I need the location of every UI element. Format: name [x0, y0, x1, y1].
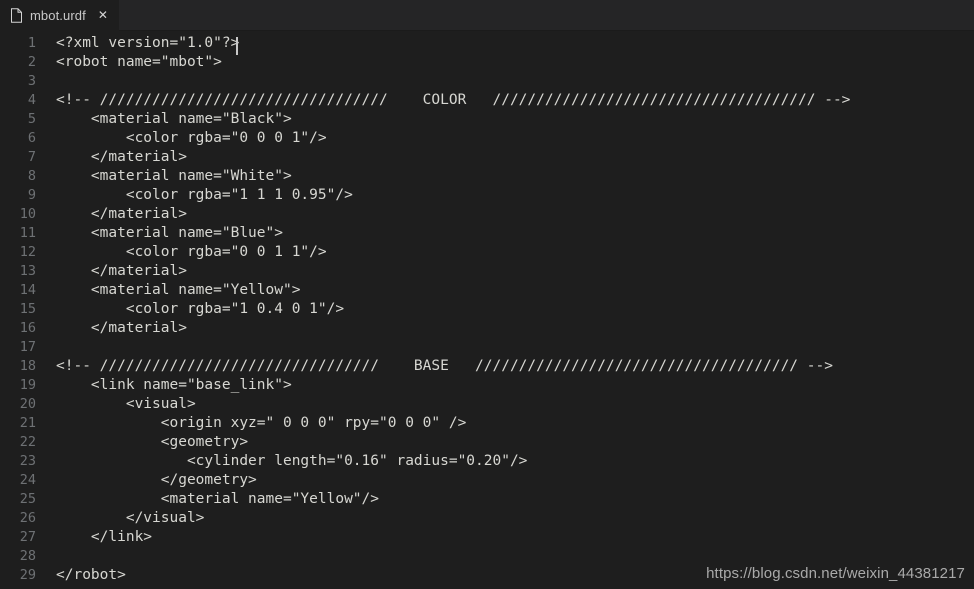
code-line[interactable]: 18 <!-- //////////////////////////////// … — [0, 357, 974, 376]
line-number: 20 — [19, 396, 36, 412]
line-text: <!-- //////////////////////////////// BA… — [56, 358, 833, 374]
tab-mbot-urdf[interactable]: mbot.urdf ✕ — [0, 0, 119, 31]
code-line[interactable]: 7 </material> — [0, 148, 974, 167]
close-icon[interactable]: ✕ — [96, 7, 110, 24]
line-number: 21 — [19, 415, 36, 431]
code-line[interactable]: 8 <material name="White"> — [0, 167, 974, 186]
line-number: 29 — [19, 567, 36, 583]
code-line[interactable]: 10 </material> — [0, 205, 974, 224]
code-line[interactable]: 2 <robot name="mbot"> — [0, 53, 974, 72]
line-text: <geometry> — [56, 434, 249, 450]
line-number: 26 — [19, 510, 36, 526]
line-number: 11 — [19, 225, 36, 241]
line-text: </link> — [56, 529, 153, 545]
line-text: <material name="Blue"> — [56, 225, 283, 241]
line-number: 2 — [27, 54, 36, 70]
line-text: </geometry> — [56, 472, 257, 488]
line-text: <link name="base_link"> — [56, 377, 292, 393]
line-number: 25 — [19, 491, 36, 507]
line-number: 17 — [19, 339, 36, 355]
code-line[interactable]: 4 <!-- ///////////////////////////////// … — [0, 91, 974, 110]
code-line[interactable]: 21 <origin xyz=" 0 0 0" rpy="0 0 0" /> — [0, 414, 974, 433]
code-lines[interactable]: 1 <?xml version="1.0"?> 2 <robot name="mbot… — [0, 31, 974, 585]
line-number: 19 — [19, 377, 36, 393]
code-line[interactable]: 16 </material> — [0, 319, 974, 338]
line-text: </material> — [56, 206, 187, 222]
code-line[interactable]: 26 </visual> — [0, 509, 974, 528]
line-text: <material name="Yellow"> — [56, 282, 301, 298]
line-text: <color rgba="1 0.4 0 1"/> — [56, 301, 345, 317]
code-line[interactable]: 24 </geometry> — [0, 471, 974, 490]
line-text: <material name="White"> — [56, 168, 292, 184]
line-text: <robot name="mbot"> — [56, 54, 222, 70]
line-text: </material> — [56, 263, 187, 279]
code-line[interactable]: 22 <geometry> — [0, 433, 974, 452]
line-text: <material name="Yellow"/> — [56, 491, 380, 507]
line-text: <!-- ///////////////////////////////// C… — [56, 92, 851, 108]
code-line[interactable]: 19 <link name="base_link"> — [0, 376, 974, 395]
line-text: <color rgba="0 0 0 1"/> — [56, 130, 327, 146]
line-number: 10 — [19, 206, 36, 222]
code-line[interactable]: 13 </material> — [0, 262, 974, 281]
line-number: 3 — [27, 73, 36, 89]
code-line[interactable]: 9 <color rgba="1 1 1 0.95"/> — [0, 186, 974, 205]
line-text: <color rgba="1 1 1 0.95"/> — [56, 187, 353, 203]
code-line[interactable]: 12 <color rgba="0 0 1 1"/> — [0, 243, 974, 262]
line-number: 7 — [27, 149, 36, 165]
line-number: 27 — [19, 529, 36, 545]
code-line[interactable]: 14 <material name="Yellow"> — [0, 281, 974, 300]
line-text: <?xml version="1.0"?> — [56, 35, 240, 51]
code-line[interactable]: 5 <material name="Black"> — [0, 110, 974, 129]
line-text: </material> — [56, 320, 187, 336]
line-number: 6 — [27, 130, 36, 146]
line-text: <material name="Black"> — [56, 111, 292, 127]
code-line[interactable]: 27 </link> — [0, 528, 974, 547]
line-number: 15 — [19, 301, 36, 317]
line-text: </visual> — [56, 510, 205, 526]
code-line[interactable]: 28 — [0, 547, 974, 566]
code-editor[interactable]: 1 <?xml version="1.0"?> 2 <robot name="mbot… — [0, 31, 974, 589]
line-number: 23 — [19, 453, 36, 469]
line-number: 18 — [19, 358, 36, 374]
line-number: 1 — [27, 35, 36, 51]
code-line[interactable]: 11 <material name="Blue"> — [0, 224, 974, 243]
line-text: <cylinder length="0.16" radius="0.20"/> — [56, 453, 528, 469]
code-line[interactable]: 23 <cylinder length="0.16" radius="0.20"… — [0, 452, 974, 471]
code-line[interactable]: 20 <visual> — [0, 395, 974, 414]
file-icon — [10, 8, 23, 23]
line-number: 12 — [19, 244, 36, 260]
tab-bar: mbot.urdf ✕ — [0, 0, 974, 31]
line-text: <origin xyz=" 0 0 0" rpy="0 0 0" /> — [56, 415, 467, 431]
line-text: </robot> — [56, 567, 126, 583]
line-number: 14 — [19, 282, 36, 298]
code-line[interactable]: 1 <?xml version="1.0"?> — [0, 34, 974, 55]
watermark: https://blog.csdn.net/weixin_44381217 — [706, 565, 965, 582]
code-line[interactable]: 17 — [0, 338, 974, 357]
line-text: <visual> — [56, 396, 196, 412]
line-number: 16 — [19, 320, 36, 336]
line-text: <color rgba="0 0 1 1"/> — [56, 244, 327, 260]
line-number: 8 — [27, 168, 36, 184]
code-line[interactable]: 25 <material name="Yellow"/> — [0, 490, 974, 509]
line-number: 4 — [27, 92, 36, 108]
line-number: 9 — [27, 187, 36, 203]
line-number: 24 — [19, 472, 36, 488]
line-number: 13 — [19, 263, 36, 279]
line-text: </material> — [56, 149, 187, 165]
editor-window: mbot.urdf ✕ 1 <?xml version="1.0"?> 2 <robo… — [0, 0, 974, 589]
tab-label: mbot.urdf — [30, 8, 86, 23]
code-line[interactable]: 3 — [0, 72, 974, 91]
line-number: 28 — [19, 548, 36, 564]
line-number: 5 — [27, 111, 36, 127]
line-number: 22 — [19, 434, 36, 450]
code-line[interactable]: 6 <color rgba="0 0 0 1"/> — [0, 129, 974, 148]
code-line[interactable]: 15 <color rgba="1 0.4 0 1"/> — [0, 300, 974, 319]
